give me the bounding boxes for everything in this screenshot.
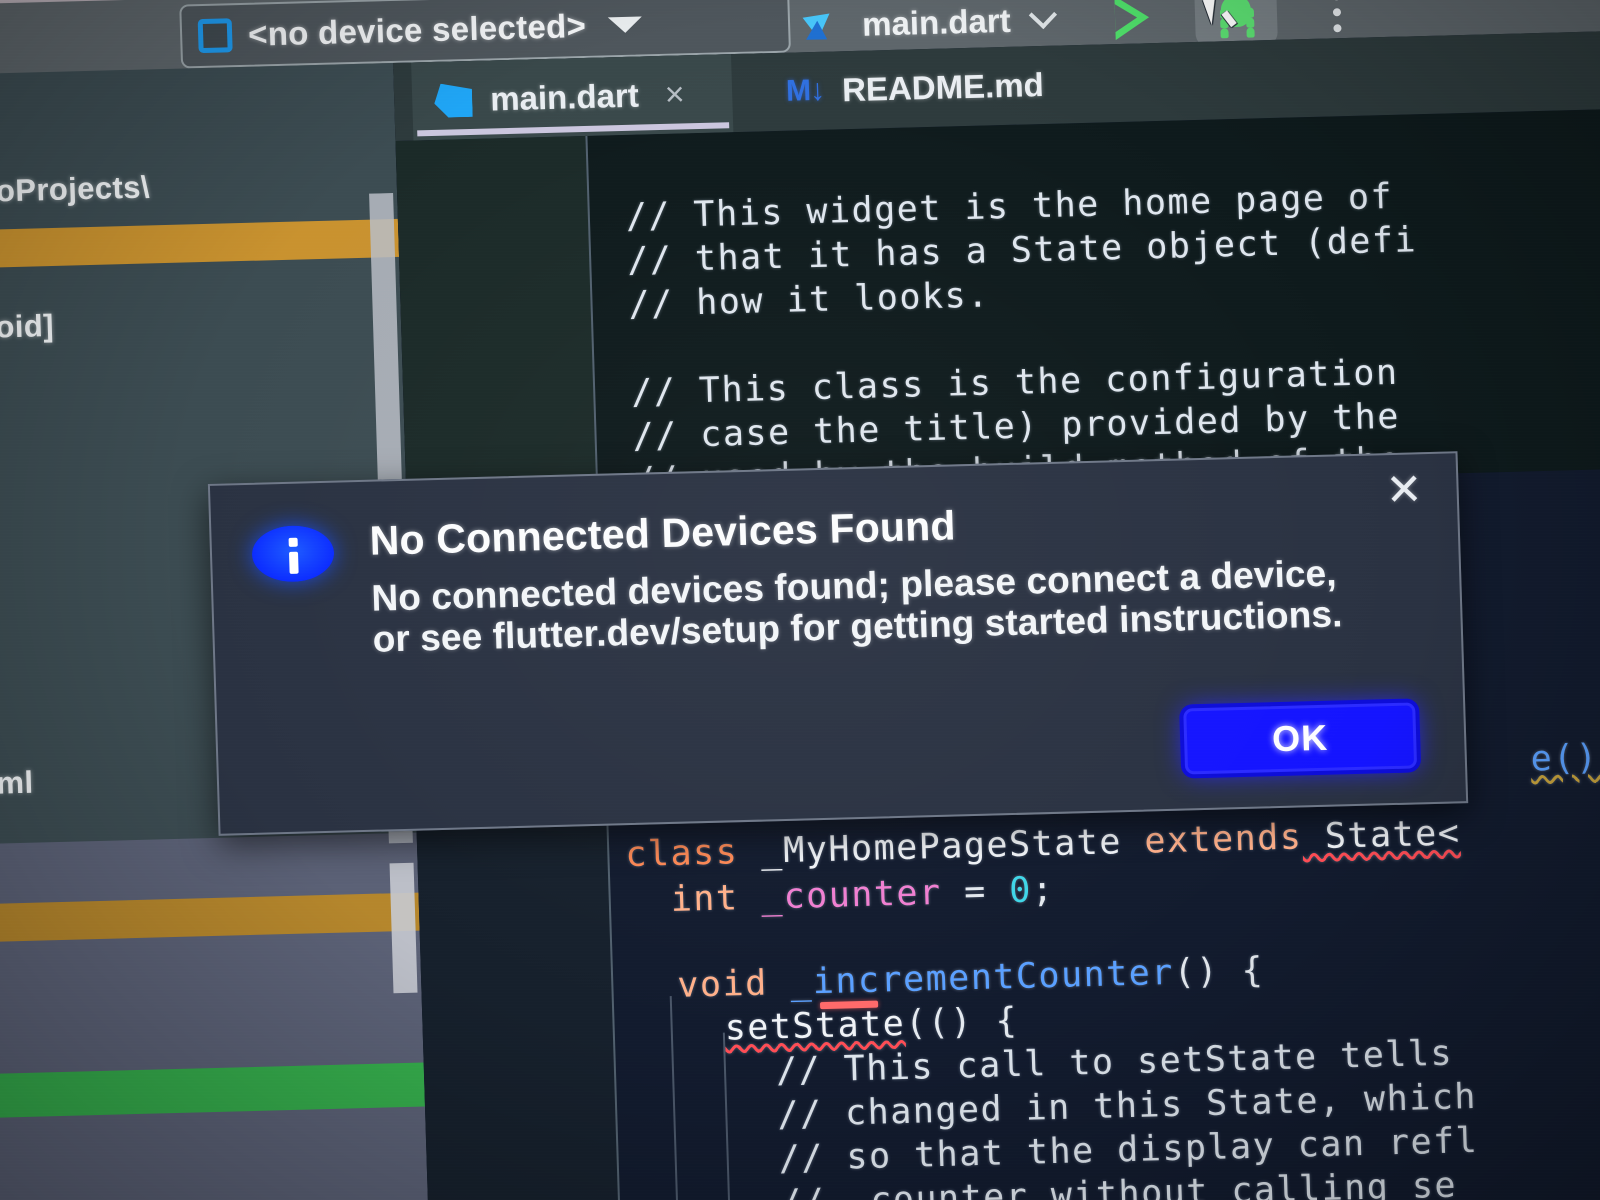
code-token: setState xyxy=(724,1003,906,1049)
tab-main-dart[interactable]: main.dart × xyxy=(411,54,734,141)
close-icon[interactable]: ✕ xyxy=(1385,465,1423,515)
gutter-top-region xyxy=(395,135,599,501)
code-token: int xyxy=(670,878,740,920)
tab-label: main.dart xyxy=(489,76,640,118)
code-line: class _MyHomePageState extends State< xyxy=(625,813,1461,875)
code-token: _incrementCounter xyxy=(767,952,1175,1004)
tab-label: README.md xyxy=(841,65,1045,109)
chevron-down-icon[interactable] xyxy=(1028,0,1057,30)
dart-file-icon xyxy=(434,83,473,118)
dialog-title: No Connected Devices Found xyxy=(368,502,957,564)
code-token: void xyxy=(676,963,769,1006)
close-icon[interactable]: × xyxy=(664,75,685,114)
indent-guide xyxy=(669,996,681,1200)
indent-guide xyxy=(722,1032,733,1200)
code-line: int _counter = 0; xyxy=(670,870,1055,920)
code-token: () { xyxy=(1173,950,1265,993)
code-token: extends xyxy=(1143,817,1303,862)
code-token: _counter xyxy=(737,872,965,919)
ok-button-label: OK xyxy=(1271,716,1329,760)
markdown-file-icon: M↓ xyxy=(785,73,825,108)
flutter-icon xyxy=(801,3,846,49)
code-token: ; xyxy=(1031,869,1056,911)
mouse-cursor xyxy=(1202,0,1224,25)
dialog-message: No connected devices found; please conne… xyxy=(370,552,1344,661)
device-icon xyxy=(197,18,233,54)
ok-button[interactable]: OK xyxy=(1183,702,1418,775)
run-configuration-label[interactable]: main.dart xyxy=(862,2,1012,44)
code-token: State< xyxy=(1301,813,1461,858)
code-token: _MyHomePageState xyxy=(737,821,1145,873)
device-selector-label: <no device selected> xyxy=(247,6,587,53)
panel-highlight-bar xyxy=(0,218,400,270)
project-node-label[interactable]: to_android] xyxy=(0,308,54,349)
ide-window: <no device selected> main.dart \a\Studio… xyxy=(0,0,1600,1200)
code-line: void _incrementCounter() { xyxy=(677,951,1265,1006)
tab-readme-md[interactable]: M↓ README.md xyxy=(763,45,1067,131)
info-icon xyxy=(251,524,335,583)
project-path-label: \a\StudioProjects\ xyxy=(0,169,151,212)
panel-scrollbar-thumb[interactable] xyxy=(389,862,418,994)
kebab-menu-icon[interactable] xyxy=(1331,0,1342,33)
panel-lower-region xyxy=(0,832,435,1200)
screen-photo: <no device selected> main.dart \a\Studio… xyxy=(0,0,1600,1200)
code-token: = xyxy=(963,871,1010,913)
code-token: e() => xyxy=(1530,737,1599,780)
run-button[interactable] xyxy=(1110,0,1155,40)
code-token: 0 xyxy=(1008,870,1033,912)
chevron-down-icon xyxy=(607,16,643,34)
code-line: setState(() { xyxy=(724,1001,1019,1049)
code-token: class xyxy=(624,832,739,876)
no-devices-dialog: ✕ No Connected Devices Found No connecte… xyxy=(207,451,1469,836)
code-token: (() { xyxy=(904,1000,1019,1044)
project-iml-file-label[interactable]: droid.iml xyxy=(0,765,34,805)
